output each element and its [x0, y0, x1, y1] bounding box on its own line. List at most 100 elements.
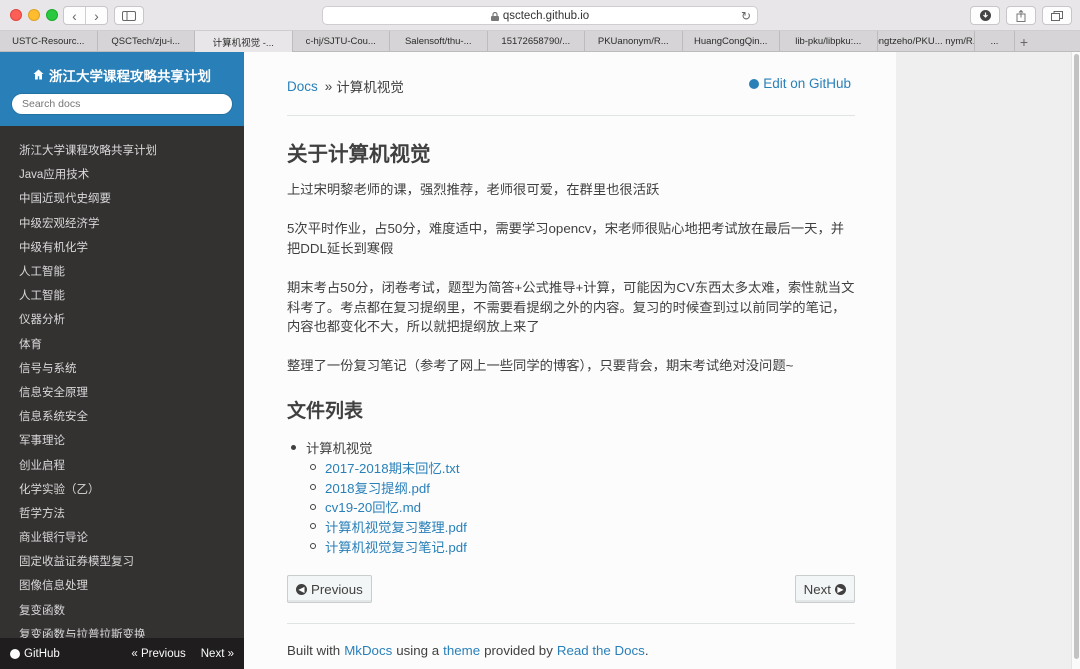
file-link[interactable]: cv19-20回忆.md [325, 497, 421, 516]
sidebar-toggle-button[interactable] [114, 6, 144, 25]
browser-tab[interactable]: ... [975, 31, 1015, 52]
theme-link[interactable]: theme [443, 643, 480, 658]
sidebar-item[interactable]: 中级宏观经济学 [0, 211, 244, 235]
sidebar-item[interactable]: 军事理论 [0, 428, 244, 452]
circle-bullet-icon [310, 543, 316, 550]
scrollbar[interactable] [1071, 52, 1080, 669]
tab-label: tongtzeho/PKU... nym/R... [877, 36, 975, 47]
sidebar-item[interactable]: 创业启程 [0, 452, 244, 476]
search-input[interactable] [11, 93, 233, 115]
footer-period: . [644, 643, 649, 658]
paragraph: 期末考占50分，闭卷考试，题型为简答+公式推导+计算，可能因为CV东西太多太难，… [287, 280, 855, 334]
sidebar-item[interactable]: 人工智能 [0, 283, 244, 307]
browser-titlebar: ‹ › qsctech.github.io ↻ [0, 0, 1080, 31]
tab-label: Salensoft/thu-... [404, 36, 472, 47]
circle-bullet-icon [310, 464, 316, 471]
github-icon [10, 648, 20, 659]
sidebar-footer: GitHub « Previous Next » [0, 638, 244, 669]
file-link[interactable]: 计算机视觉复习整理.pdf [325, 517, 467, 536]
content-gutter [896, 52, 1071, 669]
browser-tab[interactable]: Salensoft/thu-... [390, 31, 488, 52]
previous-button-label: Previous [311, 581, 363, 597]
site-title-link[interactable]: 浙江大学课程攻略共享计划 [0, 52, 244, 86]
edit-on-github-link[interactable]: Edit on GitHub [749, 76, 851, 91]
file-link[interactable]: 计算机视觉复习笔记.pdf [325, 537, 467, 556]
folder-label: 计算机视觉 [306, 441, 373, 457]
tab-label: 计算机视觉 -... [212, 37, 274, 49]
tab-bar: USTC-Resourc... QSCTech/zju-i... 计算机视觉 -… [0, 31, 1080, 52]
page-footer: Built with MkDocs using a theme provided… [287, 643, 649, 658]
file-link[interactable]: 2017-2018期末回忆.txt [325, 458, 460, 477]
footer-text: Built with [287, 643, 341, 658]
sidebar-nav: 浙江大学课程攻略共享计划 Java应用技术 中国近现代史纲要 中级宏观经济学 中… [0, 126, 244, 646]
read-the-docs-link[interactable]: Read the Docs [557, 643, 645, 658]
browser-tab-active[interactable]: 计算机视觉 -... [195, 31, 293, 52]
sidebar-item[interactable]: Java应用技术 [0, 162, 244, 186]
sidebar-next-link[interactable]: Next » [201, 648, 234, 660]
back-button[interactable]: ‹ [64, 7, 86, 24]
site-title: 浙江大学课程攻略共享计划 [49, 68, 211, 84]
sidebar-previous-link[interactable]: « Previous [131, 648, 185, 660]
tabs-icon [1051, 10, 1063, 21]
docs-content: Docs » 计算机视觉 Edit on GitHub 关于计算机视觉 上过宋明… [244, 52, 896, 669]
edit-on-github-label: Edit on GitHub [763, 76, 851, 91]
window-close-button[interactable] [10, 9, 22, 21]
browser-tab[interactable]: USTC-Resourc... [0, 31, 98, 52]
divider [287, 115, 855, 116]
browser-tab[interactable]: HuangCongQin... [683, 31, 780, 52]
browser-tab[interactable]: QSCTech/zju-i... [98, 31, 195, 52]
browser-tab[interactable]: c-hj/SJTU-Cou... [293, 31, 390, 52]
tabs-overview-button[interactable] [1042, 6, 1072, 25]
sidebar-item[interactable]: 体育 [0, 332, 244, 356]
github-link[interactable]: GitHub [10, 648, 60, 660]
circle-bullet-icon [310, 484, 316, 491]
share-icon [1016, 9, 1026, 22]
share-button[interactable] [1006, 6, 1036, 25]
sidebar-item[interactable]: 哲学方法 [0, 501, 244, 525]
tab-label: lib-pku/libpku:... [795, 36, 862, 47]
scrollbar-thumb[interactable] [1074, 54, 1079, 659]
paragraph: 整理了一份复习笔记（参考了网上一些同学的博客），只要背会，期末考试绝对没问题~ [287, 358, 794, 373]
tab-label: 15172658790/... [501, 36, 571, 47]
file-item: 计算机视觉复习整理.pdf [310, 517, 467, 537]
sidebar-item[interactable]: 浙江大学课程攻略共享计划 [0, 138, 244, 162]
footer-text: using a [396, 643, 440, 658]
breadcrumb-docs-link[interactable]: Docs [287, 79, 318, 94]
sidebar-item[interactable]: 中级有机化学 [0, 235, 244, 259]
tab-label: PKUanonym/R... [597, 36, 669, 47]
mkdocs-link[interactable]: MkDocs [344, 643, 392, 658]
sidebar-item[interactable]: 商业银行导论 [0, 525, 244, 549]
arrow-right-icon: ▶ [835, 583, 846, 595]
address-bar[interactable]: qsctech.github.io ↻ [322, 6, 758, 25]
file-item: 2017-2018期末回忆.txt [310, 458, 467, 478]
file-link[interactable]: 2018复习提纲.pdf [325, 478, 430, 497]
next-button[interactable]: Next ▶ [794, 575, 855, 603]
breadcrumb: Docs » 计算机视觉 [287, 76, 404, 96]
browser-tab[interactable]: 15172658790/... [488, 31, 585, 52]
sidebar-item[interactable]: 人工智能 [0, 259, 244, 283]
page-title: 关于计算机视觉 [287, 143, 431, 166]
sidebar-item[interactable]: 图像信息处理 [0, 573, 244, 597]
sidebar-item[interactable]: 固定收益证券模型复习 [0, 549, 244, 573]
tab-label: USTC-Resourc... [12, 36, 85, 47]
window-maximize-button[interactable] [46, 9, 58, 21]
tab-label: c-hj/SJTU-Cou... [305, 36, 376, 47]
reload-icon[interactable]: ↻ [741, 9, 751, 23]
sidebar-item[interactable]: 信息系统安全 [0, 404, 244, 428]
tab-label: QSCTech/zju-i... [111, 36, 181, 47]
sidebar-item[interactable]: 仪器分析 [0, 307, 244, 331]
sidebar-item[interactable]: 中国近现代史纲要 [0, 186, 244, 210]
previous-button[interactable]: ◀ Previous [287, 575, 372, 603]
browser-tab[interactable]: tongtzeho/PKU... nym/R... [877, 31, 975, 52]
sidebar-item[interactable]: 复变函数 [0, 598, 244, 622]
downloads-button[interactable] [970, 6, 1000, 25]
forward-button[interactable]: › [86, 7, 107, 24]
next-button-label: Next [803, 581, 831, 597]
sidebar-item[interactable]: 化学实验（乙） [0, 477, 244, 501]
window-minimize-button[interactable] [28, 9, 40, 21]
browser-tab[interactable]: lib-pku/libpku:... [780, 31, 878, 52]
sidebar-item[interactable]: 信号与系统 [0, 356, 244, 380]
browser-tab[interactable]: PKUanonym/R... [585, 31, 683, 52]
new-tab-button[interactable]: + [1015, 31, 1033, 52]
sidebar-item[interactable]: 信息安全原理 [0, 380, 244, 404]
